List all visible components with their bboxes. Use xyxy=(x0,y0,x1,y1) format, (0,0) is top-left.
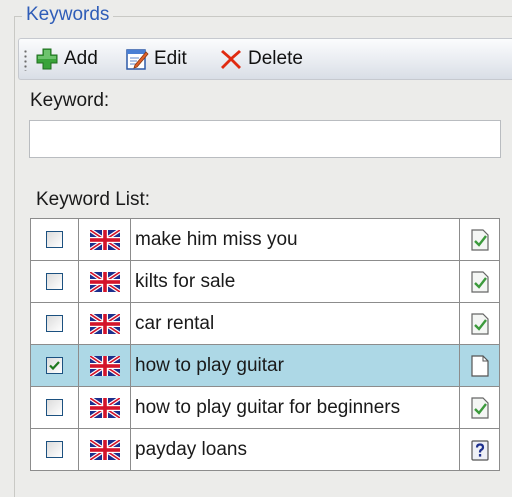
row-checkbox[interactable] xyxy=(46,273,63,290)
row-flag-cell xyxy=(78,218,131,261)
keyword-text: payday loans xyxy=(130,428,460,471)
add-label: Add xyxy=(64,48,98,69)
delete-button[interactable]: Delete xyxy=(219,44,303,74)
row-flag-cell xyxy=(78,428,131,471)
row-checkbox[interactable] xyxy=(46,399,63,416)
row-flag-cell xyxy=(78,302,131,345)
status-complete-icon xyxy=(470,270,489,293)
checkmark-icon xyxy=(49,361,60,371)
keyword-input[interactable] xyxy=(29,120,501,158)
row-checkbox[interactable] xyxy=(46,231,63,248)
keyword-row[interactable]: kilts for sale xyxy=(30,260,500,303)
row-checkbox-cell xyxy=(30,386,79,429)
keyword-row[interactable]: how to play guitar for beginners xyxy=(30,386,500,429)
row-status-cell[interactable] xyxy=(459,302,500,345)
group-title: Keywords xyxy=(22,4,114,26)
edit-button[interactable]: Edit xyxy=(125,44,187,74)
row-checkbox-cell xyxy=(30,218,79,261)
uk-flag-icon xyxy=(89,397,120,418)
status-complete-icon xyxy=(470,312,489,335)
row-status-cell[interactable] xyxy=(459,344,500,387)
status-complete-icon xyxy=(470,228,489,251)
uk-flag-icon xyxy=(89,271,120,292)
add-button[interactable]: Add xyxy=(35,44,98,74)
uk-flag-icon xyxy=(89,355,120,376)
row-checkbox[interactable] xyxy=(46,357,63,374)
row-flag-cell xyxy=(78,260,131,303)
keyword-text: make him miss you xyxy=(130,218,460,261)
toolbar-grip-icon[interactable] xyxy=(24,49,27,71)
delete-x-icon xyxy=(221,50,241,69)
row-checkbox-cell xyxy=(30,302,79,345)
keyword-list: make him miss you kilts for sale car ren… xyxy=(30,218,500,471)
keyword-row[interactable]: how to play guitar xyxy=(30,344,500,387)
row-flag-cell xyxy=(78,386,131,429)
uk-flag-icon xyxy=(89,229,120,250)
row-flag-cell xyxy=(78,344,131,387)
toolbar: Add Edit Delete xyxy=(18,38,512,80)
row-checkbox-cell xyxy=(30,344,79,387)
status-unknown-icon xyxy=(470,439,489,461)
keyword-text: car rental xyxy=(130,302,460,345)
row-status-cell[interactable] xyxy=(459,386,500,429)
uk-flag-icon xyxy=(89,439,120,460)
edit-document-icon xyxy=(126,49,149,70)
row-checkbox-cell xyxy=(30,428,79,471)
keyword-text: how to play guitar xyxy=(130,344,460,387)
row-status-cell[interactable] xyxy=(459,260,500,303)
delete-label: Delete xyxy=(248,48,303,69)
keyword-text: kilts for sale xyxy=(130,260,460,303)
keyword-row[interactable]: payday loans xyxy=(30,428,500,471)
keyword-row[interactable]: car rental xyxy=(30,302,500,345)
keyword-text: how to play guitar for beginners xyxy=(130,386,460,429)
keyword-label: Keyword: xyxy=(30,90,110,111)
keyword-row[interactable]: make him miss you xyxy=(30,218,500,261)
row-status-cell[interactable] xyxy=(459,428,500,471)
row-status-cell[interactable] xyxy=(459,218,500,261)
keyword-list-label: Keyword List: xyxy=(36,189,151,210)
status-complete-icon xyxy=(470,396,489,419)
status-blank-icon xyxy=(470,354,489,377)
edit-label: Edit xyxy=(154,48,187,69)
row-checkbox[interactable] xyxy=(46,441,63,458)
uk-flag-icon xyxy=(89,313,120,334)
add-plus-icon xyxy=(36,48,58,70)
row-checkbox[interactable] xyxy=(46,315,63,332)
row-checkbox-cell xyxy=(30,260,79,303)
